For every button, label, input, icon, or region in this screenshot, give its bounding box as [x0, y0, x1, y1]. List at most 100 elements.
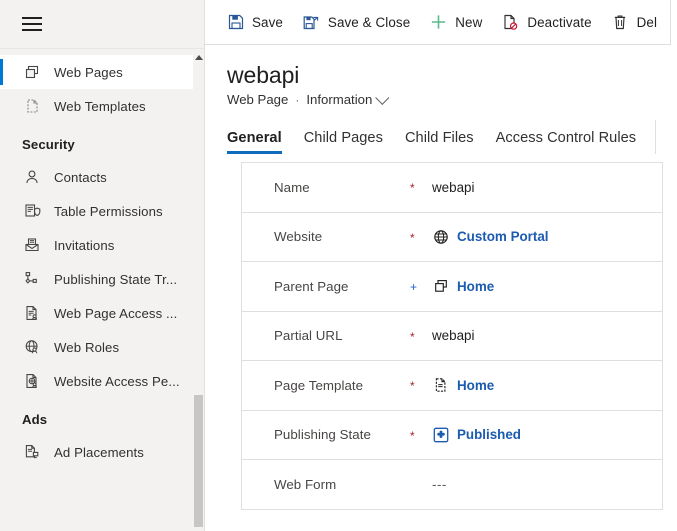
- subtitle-separator: ·: [295, 92, 300, 107]
- sidebar-item-web-templates[interactable]: Web Templates: [0, 89, 204, 123]
- page-template-icon: [432, 377, 449, 394]
- field-label: Parent Page: [274, 278, 349, 294]
- delete-trash-icon: [612, 14, 629, 31]
- sidebar-item-ad-placements[interactable]: Ad Placements: [0, 435, 204, 469]
- field-value-text: Custom Portal: [457, 229, 549, 245]
- record-header: webapi Web Page · Information: [205, 45, 677, 107]
- new-button[interactable]: New: [420, 2, 492, 42]
- field-value-page-template[interactable]: Home: [432, 377, 494, 394]
- required-marker: [410, 483, 432, 485]
- tab-child-pages[interactable]: Child Pages: [304, 130, 383, 154]
- form-selector[interactable]: Information: [306, 90, 390, 107]
- tab-child-files[interactable]: Child Files: [405, 130, 474, 154]
- deactivate-icon: [502, 14, 519, 31]
- web-pages-icon: [22, 62, 42, 82]
- sitemap-nav-list: Web Pages Web Templates Security Contact…: [0, 49, 204, 469]
- command-label: Deactivate: [527, 14, 592, 30]
- record-subtitle: Web Page · Information: [227, 90, 677, 107]
- ad-placements-icon: [22, 442, 42, 462]
- web-page-access-icon: [22, 303, 42, 323]
- field-label: Partial URL: [274, 328, 343, 344]
- sidebar-item-label: Web Templates: [54, 98, 146, 114]
- chevron-down-icon: [375, 90, 390, 105]
- hamburger-icon[interactable]: [22, 17, 42, 31]
- command-label: New: [455, 14, 483, 30]
- plus-icon: [430, 14, 447, 31]
- sitemap-scrollbar[interactable]: [193, 50, 204, 531]
- field-value-publishing-state[interactable]: Published: [432, 426, 521, 443]
- main-content: Save Save & Close New Deactivate Del web…: [205, 0, 677, 531]
- required-marker: *: [410, 428, 415, 443]
- save-icon: [227, 14, 244, 31]
- scrollbar-thumb[interactable]: [194, 395, 203, 527]
- form-row-website: Website * Custom Portal: [242, 213, 662, 262]
- required-marker: *: [410, 329, 415, 344]
- tab-access-control-rules[interactable]: Access Control Rules: [496, 130, 637, 154]
- sidebar-item-table-permissions[interactable]: Table Permissions: [0, 194, 204, 228]
- required-marker: *: [410, 181, 415, 196]
- command-label: Del: [636, 14, 658, 30]
- field-value-text: Published: [457, 427, 521, 443]
- globe-icon: [432, 228, 449, 245]
- sidebar-item-web-pages[interactable]: Web Pages: [0, 55, 204, 89]
- form-tabs: General Child Pages Child Files Access C…: [205, 120, 656, 154]
- sitemap-sidebar: Web Pages Web Templates Security Contact…: [0, 0, 205, 531]
- save-and-close-icon: [303, 14, 320, 31]
- table-permissions-icon: [22, 201, 42, 221]
- form-row-name: Name * webapi: [242, 163, 662, 213]
- form-row-web-form: Web Form ---: [242, 460, 662, 510]
- field-value-name[interactable]: webapi: [432, 180, 474, 195]
- field-value-website[interactable]: Custom Portal: [432, 228, 549, 245]
- sidebar-group-security: Security: [22, 137, 75, 152]
- field-value-web-form[interactable]: ---: [432, 477, 447, 492]
- form-row-partial-url: Partial URL * webapi: [242, 312, 662, 361]
- sidebar-item-web-roles[interactable]: Web Roles: [0, 330, 204, 364]
- required-marker: *: [410, 230, 415, 245]
- field-value-partial-url[interactable]: webapi: [432, 328, 474, 343]
- recommended-marker: +: [410, 280, 418, 295]
- publishing-state-icon: [432, 426, 449, 443]
- sidebar-item-label: Contacts: [54, 169, 107, 185]
- entity-name: Web Page: [227, 92, 289, 107]
- form-row-parent-page: Parent Page + Home: [242, 262, 662, 312]
- field-value-text: Home: [457, 377, 495, 393]
- sidebar-item-label: Invitations: [54, 237, 115, 253]
- save-and-close-button[interactable]: Save & Close: [293, 2, 420, 42]
- sidebar-item-web-page-access-control-rules[interactable]: Web Page Access ...: [0, 296, 204, 330]
- scroll-up-arrow-icon[interactable]: [193, 52, 204, 63]
- sidebar-item-label: Table Permissions: [54, 203, 163, 219]
- field-label: Page Template: [274, 377, 364, 393]
- page-title: webapi: [227, 62, 300, 88]
- sidebar-item-invitations[interactable]: Invitations: [0, 228, 204, 262]
- publishing-state-transition-icon: [22, 269, 42, 289]
- deactivate-button[interactable]: Deactivate: [492, 2, 601, 42]
- save-button[interactable]: Save: [217, 2, 293, 42]
- web-roles-globe-icon: [22, 337, 42, 357]
- website-access-permission-icon: [22, 371, 42, 391]
- sidebar-item-label: Publishing State Tr...: [54, 271, 178, 287]
- sidebar-item-label: Website Access Pe...: [54, 373, 180, 389]
- form-row-publishing-state: Publishing State * Published: [242, 411, 662, 460]
- sidebar-item-label: Web Roles: [54, 339, 120, 355]
- web-templates-icon: [22, 96, 42, 116]
- delete-button[interactable]: Del: [602, 2, 667, 42]
- sidebar-item-website-access-permissions[interactable]: Website Access Pe...: [0, 364, 204, 398]
- sidebar-item-label: Web Page Access ...: [54, 305, 178, 321]
- form-section-general: Name * webapi Website * Custom Portal Pa…: [241, 162, 663, 510]
- sidebar-item-publishing-state-transitions[interactable]: Publishing State Tr...: [0, 262, 204, 296]
- web-pages-icon: [432, 278, 449, 295]
- sidebar-item-label: Ad Placements: [54, 444, 144, 460]
- sitemap-header: [0, 0, 204, 49]
- app-window: Web Pages Web Templates Security Contact…: [0, 0, 677, 531]
- contact-person-icon: [22, 167, 42, 187]
- field-label: Web Form: [274, 476, 337, 492]
- command-label: Save: [252, 14, 283, 30]
- sidebar-group-ads: Ads: [22, 412, 48, 427]
- sidebar-item-contacts[interactable]: Contacts: [0, 160, 204, 194]
- field-label: Publishing State: [274, 427, 371, 443]
- tab-general[interactable]: General: [227, 130, 282, 154]
- invitations-envelope-icon: [22, 235, 42, 255]
- field-value-text: Home: [457, 278, 495, 294]
- required-marker: *: [410, 379, 415, 394]
- field-value-parent-page[interactable]: Home: [432, 278, 494, 295]
